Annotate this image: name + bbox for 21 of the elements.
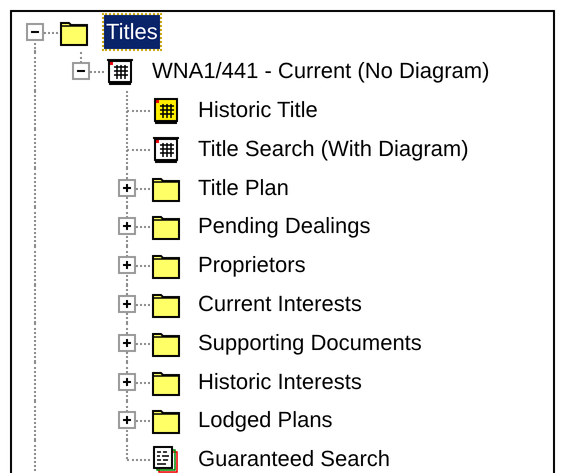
expand-icon[interactable] (118, 256, 136, 274)
tree-item[interactable]: Pending Dealings (196, 209, 372, 244)
expand-icon[interactable] (118, 294, 136, 313)
tree-item[interactable]: Guaranteed Search (196, 442, 392, 473)
expand-icon[interactable] (118, 411, 136, 430)
tree-item[interactable]: Historic Interests (196, 364, 364, 399)
tree-item[interactable]: Titles (104, 15, 160, 50)
tree-item[interactable]: Lodged Plans (196, 403, 335, 438)
expand-icon[interactable] (118, 372, 136, 391)
expand-icon[interactable] (118, 217, 136, 236)
collapse-icon[interactable] (26, 23, 44, 42)
expand-icon[interactable] (118, 178, 136, 197)
tree-item[interactable]: Current Interests (196, 286, 364, 321)
tree-item[interactable]: Supporting Documents (196, 326, 424, 360)
collapse-icon[interactable] (72, 62, 90, 80)
tree-item[interactable]: Title Search (With Diagram) (196, 132, 471, 166)
tree-item[interactable]: Historic Title (196, 92, 320, 127)
tree-item[interactable]: Title Plan (196, 170, 291, 205)
tree-item[interactable]: WNA1/441 - Current (No Diagram) (150, 54, 492, 88)
tree-item[interactable]: Proprietors (196, 248, 308, 282)
expand-icon[interactable] (118, 334, 136, 352)
